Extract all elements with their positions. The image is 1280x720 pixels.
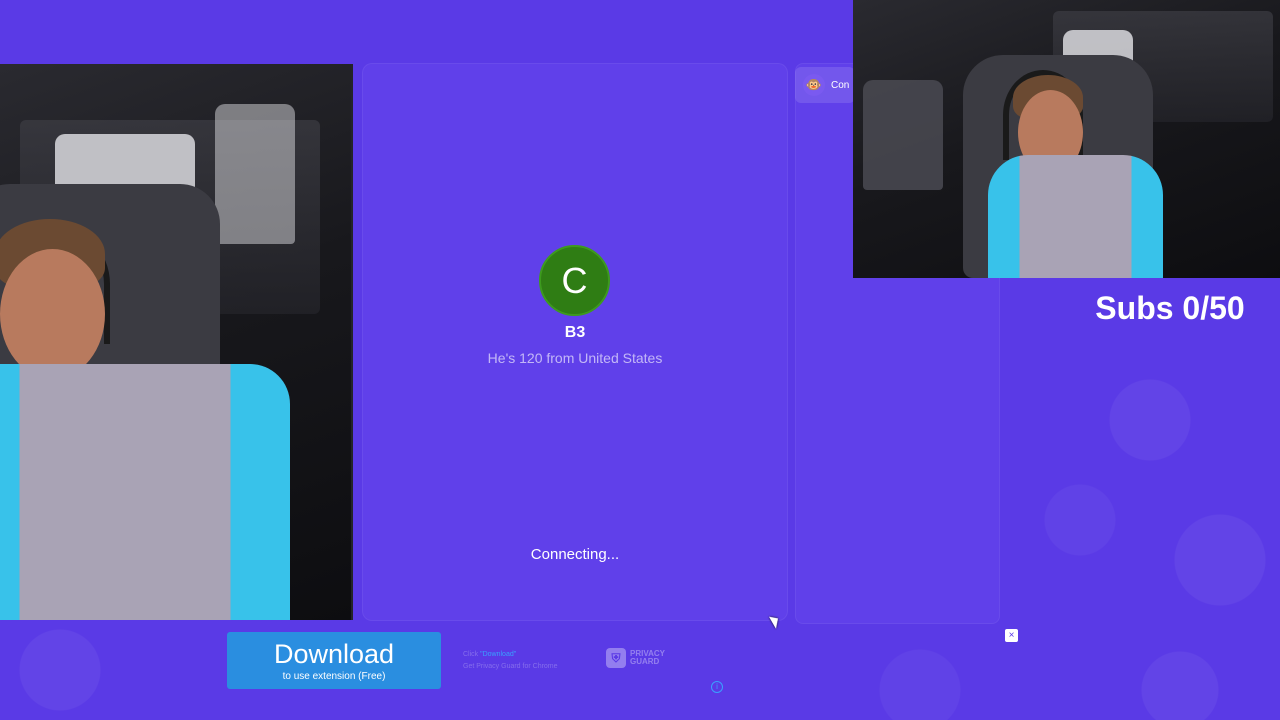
monkey-icon: 🐵	[803, 74, 825, 96]
info-icon[interactable]: i	[711, 681, 723, 693]
side-chip-label: Con	[831, 79, 850, 91]
webcam-feed-right	[853, 0, 1280, 278]
close-icon[interactable]: ×	[1005, 629, 1018, 642]
download-button[interactable]: Download to use extension (Free)	[227, 632, 441, 689]
chat-panel: C B3 He's 120 from United States Connect…	[362, 63, 788, 621]
webcam-feed-left	[0, 64, 353, 620]
subs-counter: Subs 0/50	[1095, 290, 1245, 326]
shield-icon: ⛨	[606, 648, 626, 668]
ad-brand-logo: ⛨ PRIVACY GUARD	[606, 648, 665, 668]
avatar-letter: C	[561, 259, 588, 301]
ad-steps: Click "Download" Get Privacy Guard for C…	[463, 649, 603, 673]
download-sublabel: to use extension (Free)	[282, 671, 386, 682]
ad-step-2: Get Privacy Guard for Chrome	[463, 663, 558, 670]
side-chip[interactable]: 🐵 Con	[795, 67, 855, 103]
connecting-status: Connecting...	[530, 546, 620, 563]
download-label: Download	[273, 639, 395, 669]
partner-info: He's 120 from United States	[487, 350, 663, 366]
partner-avatar: C	[539, 245, 610, 316]
partner-name: B3	[564, 324, 586, 341]
ad-step-1: Click "Download"	[463, 651, 517, 658]
